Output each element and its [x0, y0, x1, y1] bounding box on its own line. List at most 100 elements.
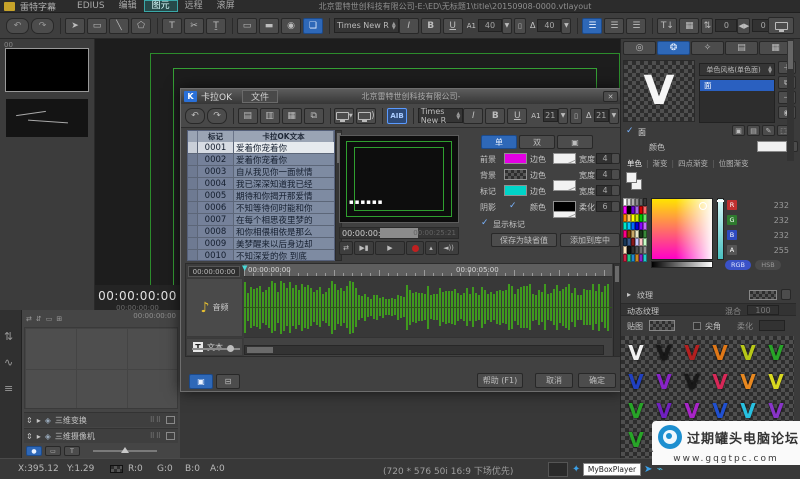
menu-item[interactable]: 图元: [144, 0, 178, 12]
row-more-button[interactable]: [611, 153, 620, 164]
save-default-button[interactable]: 保存为缺省值: [491, 233, 557, 247]
menu-item[interactable]: 远程: [178, 1, 210, 11]
tab-single-line[interactable]: 单: [481, 135, 517, 149]
library-style[interactable]: V: [734, 338, 762, 367]
dlg-size-field[interactable]: 21: [543, 109, 558, 122]
dialog-title-bar[interactable]: K 卡拉OK 文件 北京雷特世创科技有限公司- ✕: [181, 89, 621, 104]
hue-slider[interactable]: [717, 198, 724, 260]
picker-ring[interactable]: [699, 202, 707, 210]
face-icon-1[interactable]: ▣: [732, 125, 745, 136]
texture-expand-icon[interactable]: ▸: [627, 290, 631, 299]
lyric-row[interactable]: 0002爱着你宠着你: [188, 154, 334, 166]
shadow-color-swatch[interactable]: [553, 201, 576, 212]
polygon-tool[interactable]: ⬠: [131, 18, 151, 34]
taskbar-icon-tool[interactable]: ⌁: [657, 464, 663, 475]
library-style[interactable]: V: [762, 367, 790, 396]
dlg-font-combo[interactable]: Times New R▲▼: [418, 108, 464, 123]
map-swatch[interactable]: [649, 320, 675, 331]
italic-button[interactable]: I: [399, 18, 419, 34]
align-right-button[interactable]: ☰: [626, 18, 646, 34]
tab-effects-icon[interactable]: ✧: [691, 41, 724, 55]
keyframe-grid[interactable]: [24, 327, 178, 409]
redo-button[interactable]: ↷: [31, 18, 54, 34]
library-style[interactable]: V: [622, 338, 650, 367]
row-more-button[interactable]: [611, 201, 620, 212]
tab-search-icon[interactable]: ◎: [623, 41, 656, 55]
timeline-track-row[interactable]: ⇕▸◈三维变换⠿⠿: [24, 412, 178, 427]
ellipse-button[interactable]: ◉: [281, 18, 301, 34]
font-combo[interactable]: Times New R▲▼: [334, 18, 399, 33]
style-layer-list[interactable]: 面: [699, 79, 775, 123]
gradient-tab[interactable]: 四点渐变: [674, 158, 712, 169]
face-checkbox[interactable]: ✓: [626, 126, 634, 136]
style-type-dropdown[interactable]: 单色风格(单色面)▲▼: [699, 63, 775, 76]
palette-swatch[interactable]: [643, 246, 647, 254]
mark-button[interactable]: ▴: [425, 241, 437, 255]
palette-swatch[interactable]: [643, 214, 647, 222]
show-mark-checkbox[interactable]: ✓: [481, 218, 489, 228]
palette-swatch[interactable]: [643, 238, 647, 246]
g-value[interactable]: 232: [774, 216, 789, 225]
line-spacing-icon[interactable]: ⇅: [701, 18, 713, 34]
zoom-slider-handle[interactable]: [121, 447, 129, 453]
layers-icon[interactable]: ⇅: [4, 330, 13, 343]
font-size-dropdown[interactable]: ▼: [502, 18, 512, 34]
rgb-mode-button[interactable]: RGB: [725, 260, 751, 270]
size2-dropdown[interactable]: ▼: [561, 18, 571, 34]
dlg-save-button[interactable]: ▦: [282, 108, 302, 124]
text-direction-button[interactable]: T↓: [657, 18, 677, 34]
palette-swatch[interactable]: [643, 222, 647, 230]
dlg-monitor-button[interactable]: ▼: [334, 108, 354, 124]
library-style[interactable]: V: [706, 367, 734, 396]
vertical-text-tool[interactable]: Ṯ: [206, 18, 226, 34]
gradient-tab[interactable]: 渐变: [649, 158, 672, 169]
mode-toggle-1[interactable]: ●: [26, 446, 42, 456]
lyric-row[interactable]: 0007在每个相思夜里梦的: [188, 214, 334, 226]
bold-button[interactable]: B: [421, 18, 441, 34]
lyric-row[interactable]: 0006不知等待何时能和你: [188, 202, 334, 214]
palette-swatch[interactable]: [643, 230, 647, 238]
dlg-open-button[interactable]: ▥: [260, 108, 280, 124]
track-expand-icon[interactable]: ⇕: [26, 416, 33, 425]
cancel-button[interactable]: 取消: [535, 373, 573, 388]
monitor-button[interactable]: [768, 17, 794, 34]
edge-color-swatch[interactable]: [553, 180, 576, 191]
path-text-tool[interactable]: ✂: [184, 18, 204, 34]
track-expand-icon[interactable]: ⇕: [26, 432, 33, 441]
footer-view-toggle[interactable]: ▣: [189, 374, 213, 389]
volume-button[interactable]: ◄)): [438, 241, 459, 255]
dlg-underline-button[interactable]: U: [507, 108, 527, 124]
wave-vscrollbar[interactable]: [613, 264, 620, 356]
text-box-button[interactable]: ▦: [679, 18, 699, 34]
rect-tool[interactable]: ▭: [87, 18, 107, 34]
library-style[interactable]: V: [678, 367, 706, 396]
line-tool[interactable]: ╲: [109, 18, 129, 34]
track-play-icon[interactable]: ▸: [37, 432, 41, 441]
row-more-button[interactable]: [611, 185, 620, 196]
lyric-row[interactable]: 0008和你相偎相依是那么: [188, 226, 334, 238]
gradient-tab[interactable]: 单色: [623, 158, 646, 169]
style-color-swatch[interactable]: [504, 153, 527, 164]
font-size-field[interactable]: 40: [478, 19, 502, 32]
dlg-size2-field[interactable]: 21: [594, 109, 609, 122]
kerning-icon[interactable]: ◀▶: [737, 18, 750, 34]
tab-page-icon[interactable]: ▤: [725, 41, 758, 55]
curve-icon[interactable]: ∿: [4, 356, 13, 369]
mini-tool-icon[interactable]: ⇵: [36, 315, 42, 323]
align-center-button[interactable]: ☰: [604, 18, 624, 34]
style-color-swatch[interactable]: [504, 185, 527, 196]
menu-item[interactable]: 编辑: [112, 1, 144, 11]
audio-waveform[interactable]: [244, 277, 612, 337]
fill-shape-button[interactable]: ▬: [259, 18, 279, 34]
library-style[interactable]: V: [706, 338, 734, 367]
library-style[interactable]: V: [622, 425, 650, 454]
help-button[interactable]: 帮助 (F1): [477, 373, 523, 388]
step-button[interactable]: ▶▮: [354, 241, 374, 255]
palette-swatch[interactable]: [643, 254, 647, 262]
dlg-redo-button[interactable]: ↷: [207, 108, 227, 124]
hsb-mode-button[interactable]: HSB: [755, 260, 781, 270]
play-button[interactable]: ▶: [375, 241, 405, 255]
select-tool[interactable]: ➤: [65, 18, 85, 34]
library-style[interactable]: V: [734, 367, 762, 396]
taskbar-icon-arrow[interactable]: ➤: [644, 464, 652, 475]
